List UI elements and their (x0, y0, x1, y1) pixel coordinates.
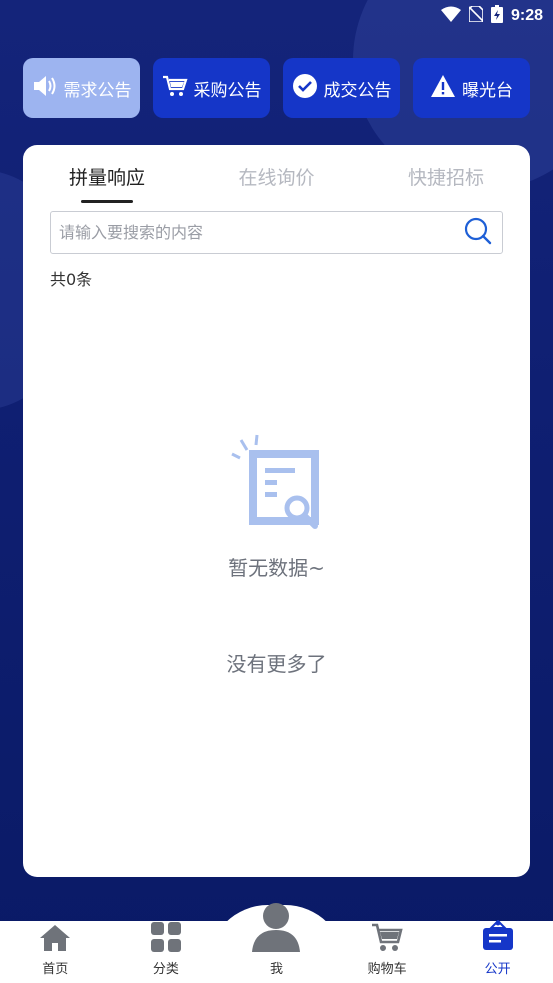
grid-icon (150, 922, 182, 958)
tab-bulk-response[interactable]: 拼量响应 (69, 159, 145, 203)
wifi-icon (440, 6, 461, 26)
empty-message: 暂无数据~ (228, 556, 325, 580)
nav-me[interactable]: 我 (221, 903, 332, 983)
button-label: 需求公告 (63, 80, 132, 101)
status-bar: 9:28 (0, 0, 553, 32)
nav-label: 分类 (152, 962, 179, 977)
bottom-navigation: 首页 分类 我 购物车 公开 (0, 903, 553, 983)
result-count: 共0条 (50, 270, 93, 289)
nav-cart[interactable]: 购物车 (332, 921, 443, 983)
deal-announcement-button[interactable]: 成交公告 (283, 58, 400, 118)
exposure-platform-button[interactable]: 曝光台 (413, 58, 530, 118)
empty-state: 暂无数据~ (23, 430, 530, 581)
tab-online-inquiry[interactable]: 在线询价 (238, 159, 314, 190)
nav-label: 我 (269, 962, 283, 977)
empty-document-icon (227, 434, 327, 534)
demand-announcement-button[interactable]: 需求公告 (23, 58, 140, 118)
nav-label: 公开 (484, 962, 511, 977)
search-input[interactable] (59, 223, 464, 242)
button-label: 成交公告 (323, 80, 392, 101)
cart-icon (371, 922, 403, 958)
search-icon[interactable] (464, 217, 492, 249)
procurement-announcement-button[interactable]: 采购公告 (153, 58, 270, 118)
no-more-message: 没有更多了 (226, 652, 327, 676)
button-label: 采购公告 (193, 80, 262, 101)
nav-public[interactable]: 公开 (442, 919, 553, 983)
category-buttons: 需求公告 采购公告 成交公告 曝光台 (23, 58, 530, 118)
warning-icon (430, 74, 456, 103)
search-box (50, 211, 503, 254)
cart-icon (162, 74, 188, 103)
nav-label: 购物车 (367, 962, 407, 977)
home-icon (39, 924, 71, 958)
no-sim-icon (468, 5, 484, 26)
nav-category[interactable]: 分类 (111, 921, 222, 983)
button-label: 曝光台 (462, 80, 513, 101)
speaker-icon (32, 74, 58, 103)
nav-home[interactable]: 首页 (0, 921, 111, 983)
check-circle-icon (292, 73, 318, 104)
tab-quick-tender[interactable]: 快捷招标 (408, 159, 484, 190)
battery-icon (490, 5, 503, 27)
content-card: 拼量响应 在线询价 快捷招标 共0条 暂无数据~ 没有更多了 (23, 145, 530, 877)
status-time: 9:28 (510, 7, 543, 24)
notice-icon (481, 919, 515, 958)
person-icon (250, 900, 302, 958)
tab-bar: 拼量响应 在线询价 快捷招标 (23, 145, 530, 203)
nav-label: 首页 (42, 962, 69, 977)
